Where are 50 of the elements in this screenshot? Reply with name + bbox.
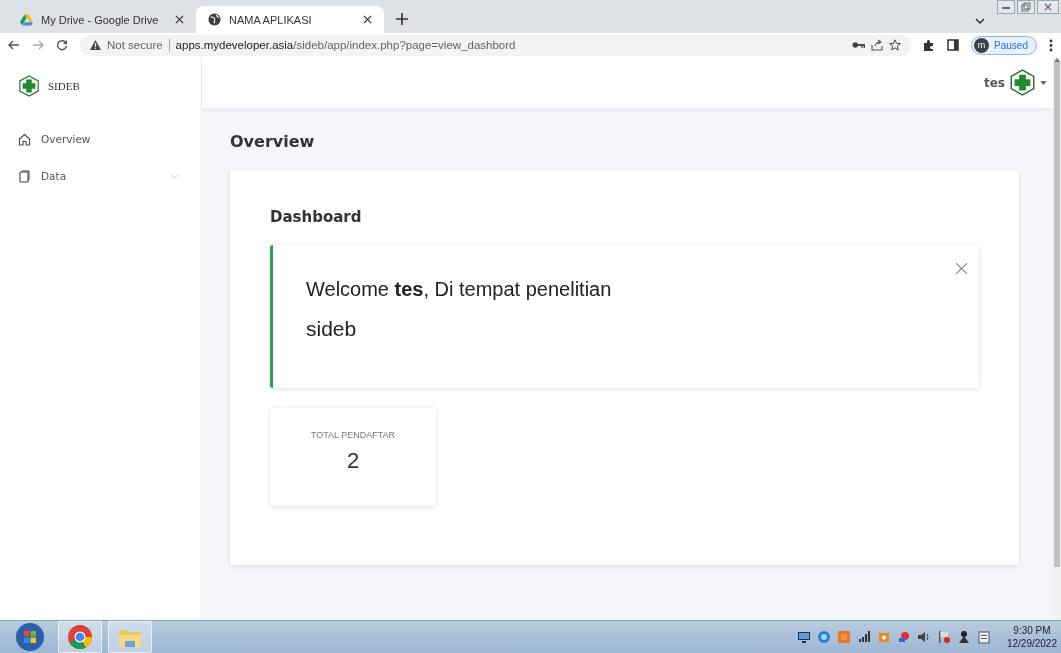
scrollbar[interactable] (1053, 57, 1061, 620)
side-panel-icon[interactable] (947, 39, 960, 51)
close-icon[interactable] (175, 15, 184, 24)
chevron-down-icon[interactable] (975, 18, 985, 24)
speaker-icon[interactable] (916, 630, 931, 644)
drive-icon (20, 13, 33, 26)
chrome-icon[interactable] (67, 624, 93, 650)
pages-icon (18, 169, 31, 183)
profile-button[interactable]: m Paused (971, 35, 1037, 55)
minimize-icon[interactable] (997, 0, 1015, 14)
page-title: Overview (230, 132, 316, 151)
stat-label: TOTAL PENDAFTAR (310, 430, 396, 440)
monitor-icon[interactable] (796, 630, 811, 644)
user-name[interactable]: tes (983, 75, 1005, 90)
url-text: apps.mydeveloper.asia/sideb/app/index.php?page=view_dashbord (175, 39, 517, 51)
clock[interactable]: 9:30 PM 12/29/2022 (1006, 624, 1057, 650)
globe-icon (208, 13, 221, 26)
back-icon[interactable] (8, 39, 20, 51)
signal-icon[interactable] (856, 630, 871, 644)
close-icon[interactable] (363, 15, 372, 24)
plus-icon[interactable] (396, 13, 408, 25)
restore-icon[interactable] (1017, 0, 1035, 14)
brand-name: SIDEB (48, 80, 80, 92)
reload-icon[interactable] (56, 39, 68, 51)
security-label: Not secure (107, 39, 163, 51)
puzzle-icon[interactable] (923, 39, 936, 51)
clipboard-icon[interactable] (976, 630, 991, 644)
cross-logo-icon (18, 75, 40, 97)
welcome-message: Welcome tes, Di tempat penelitian (306, 278, 613, 301)
flag-icon[interactable] (936, 630, 951, 644)
user-avatar-icon[interactable] (1009, 69, 1036, 96)
key-icon[interactable] (852, 41, 866, 49)
star-icon[interactable] (889, 39, 902, 51)
share-icon[interactable] (871, 39, 884, 51)
warning-icon (90, 40, 101, 50)
caret-icon[interactable] (1040, 80, 1047, 85)
address-bar[interactable]: Not secure apps.mydeveloper.asia/sideb/app/index.php?page=view_dashbord (80, 34, 912, 56)
alert-subtitle: sideb (306, 317, 358, 341)
more-icon[interactable] (1049, 38, 1053, 52)
windows-start-icon[interactable] (15, 622, 45, 652)
card-title: Dashboard (270, 208, 363, 226)
home-icon (18, 132, 31, 146)
browser-tab[interactable]: My Drive - Google Drive (8, 6, 196, 33)
figure-icon[interactable] (956, 630, 971, 644)
sidebar-item[interactable]: Overview (18, 129, 201, 149)
stat-value: 2 (346, 448, 360, 474)
browser-tab[interactable]: NAMA APLIKASI (196, 6, 384, 33)
sidebar-item[interactable]: Data (18, 166, 201, 186)
tool-icon[interactable] (896, 630, 911, 644)
avatar: m (974, 37, 990, 53)
